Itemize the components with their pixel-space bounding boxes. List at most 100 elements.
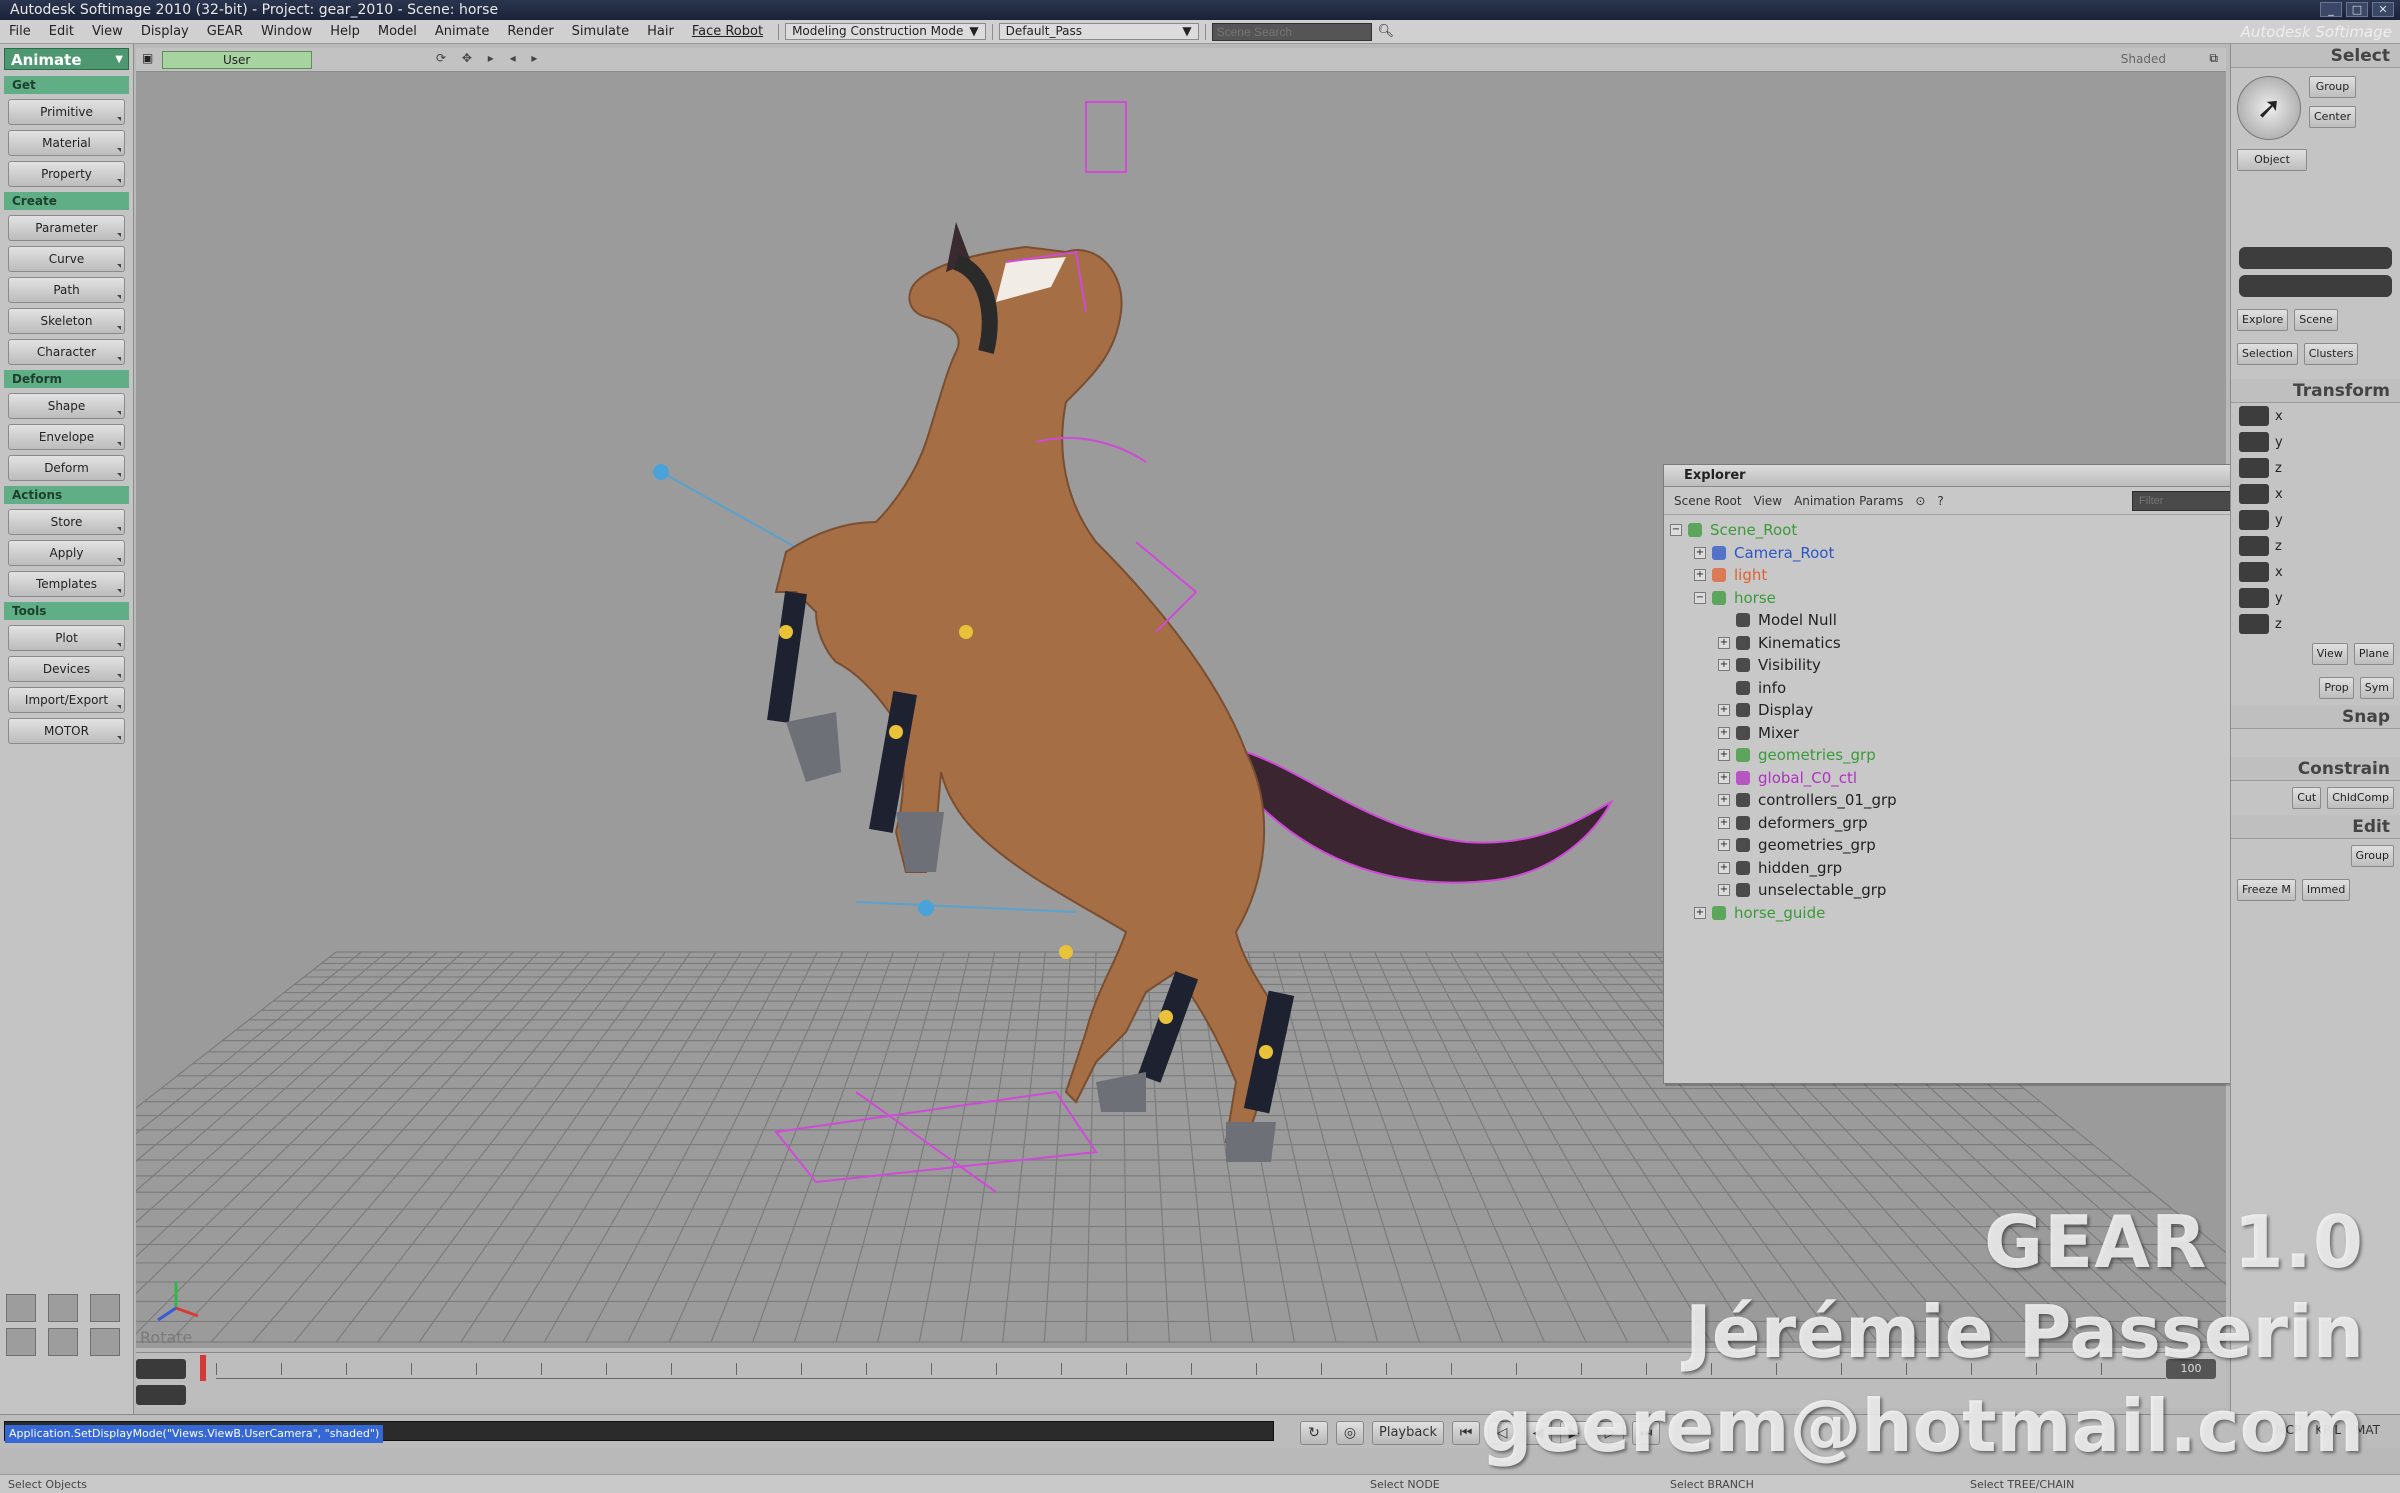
- transform-value-field[interactable]: [2239, 458, 2269, 478]
- first-frame-icon[interactable]: ⏮: [1452, 1421, 1481, 1445]
- tree-item[interactable]: + hidden_grp: [1670, 857, 2292, 880]
- tree-item[interactable]: + horse_guide: [1670, 902, 2292, 925]
- tree-item[interactable]: + controllers_01_grp: [1670, 789, 2292, 812]
- group-select-button[interactable]: Group: [2309, 76, 2357, 98]
- menu-file[interactable]: File: [0, 24, 40, 39]
- tree-item[interactable]: + unselectable_grp: [1670, 879, 2292, 902]
- expand-toggle-icon[interactable]: +: [1718, 726, 1730, 739]
- center-select-button[interactable]: Center: [2309, 106, 2357, 128]
- toolbar-section-header[interactable]: Get: [4, 76, 129, 94]
- expand-toggle-icon[interactable]: +: [1718, 794, 1730, 807]
- maximize-button[interactable]: □: [2346, 2, 2368, 17]
- object-select-button[interactable]: Object: [2237, 149, 2307, 171]
- expand-toggle-icon[interactable]: +: [1718, 771, 1730, 784]
- transform-value-field[interactable]: [2239, 588, 2269, 608]
- scene-button[interactable]: Scene: [2294, 309, 2338, 331]
- maximize-viewport-icon[interactable]: ⧉: [2209, 51, 2218, 66]
- menu-gear[interactable]: GEAR: [198, 24, 252, 39]
- menu-display[interactable]: Display: [132, 24, 198, 39]
- toolbar-button-curve[interactable]: Curve: [8, 246, 125, 272]
- expand-toggle-icon[interactable]: +: [1718, 884, 1730, 897]
- view-button[interactable]: View: [2311, 643, 2348, 665]
- transform-value-field[interactable]: [2239, 484, 2269, 504]
- toolbar-button-character[interactable]: Character: [8, 339, 125, 365]
- tree-item[interactable]: + Camera_Root: [1670, 542, 2292, 565]
- menu-face-robot[interactable]: Face Robot: [683, 24, 772, 39]
- tree-item[interactable]: + Visibility: [1670, 654, 2292, 677]
- pass-combo[interactable]: Default_Pass ▼: [998, 23, 1199, 40]
- layout-vertical-icon[interactable]: [48, 1294, 78, 1322]
- help-icon[interactable]: ?: [1937, 494, 1943, 508]
- minimize-button[interactable]: _: [2320, 2, 2342, 17]
- expand-toggle-icon[interactable]: −: [1670, 524, 1682, 537]
- freeze-button[interactable]: Freeze M: [2237, 879, 2296, 901]
- tree-item[interactable]: + deformers_grp: [1670, 812, 2292, 835]
- expand-toggle-icon[interactable]: −: [1694, 591, 1706, 604]
- command-line-input[interactable]: Application.SetDisplayMode("Views.ViewB.…: [4, 1421, 1274, 1443]
- toolbar-section-header[interactable]: Actions: [4, 486, 129, 504]
- toolbar-button-templates[interactable]: Templates: [8, 571, 125, 597]
- layout-split-icon[interactable]: [48, 1328, 78, 1356]
- transform-value-field[interactable]: [2239, 406, 2269, 426]
- plane-button[interactable]: Plane: [2353, 643, 2394, 665]
- tree-item[interactable]: + Mixer: [1670, 722, 2292, 745]
- tree-item[interactable]: + Kinematics: [1670, 632, 2292, 655]
- toolbar-button-path[interactable]: Path: [8, 277, 125, 303]
- toolbar-button-material[interactable]: Material: [8, 130, 125, 156]
- expand-toggle-icon[interactable]: +: [1694, 569, 1706, 582]
- tree-item[interactable]: − Scene_Root: [1670, 519, 2292, 542]
- search-icon[interactable]: 🔍︎: [1378, 24, 1395, 39]
- toolbar-section-header[interactable]: Tools: [4, 602, 129, 620]
- tree-item[interactable]: Model Null: [1670, 609, 2292, 632]
- scene-search-input[interactable]: [1211, 22, 1372, 41]
- expand-toggle-icon[interactable]: +: [1718, 636, 1730, 649]
- transform-value-field[interactable]: [2239, 614, 2269, 634]
- cut-button[interactable]: Cut: [2292, 787, 2322, 809]
- viewport-nav-icons[interactable]: ⟳ ✥ ▸ ◂ ▸: [436, 51, 543, 65]
- audio-icon[interactable]: ◎: [1336, 1421, 1364, 1445]
- selection-field-2[interactable]: [2239, 275, 2392, 297]
- transform-value-field[interactable]: [2239, 432, 2269, 452]
- expand-toggle-icon[interactable]: +: [1694, 906, 1706, 919]
- layout-single-icon[interactable]: [6, 1294, 36, 1322]
- select-arrow-icon[interactable]: ➚: [2237, 76, 2301, 140]
- toolbar-button-motor[interactable]: MOTOR: [8, 718, 125, 744]
- menu-view[interactable]: View: [83, 24, 132, 39]
- explore-button[interactable]: Explore: [2237, 309, 2289, 331]
- menu-simulate[interactable]: Simulate: [563, 24, 638, 39]
- toolbar-button-import-export[interactable]: Import/Export: [8, 687, 125, 713]
- toolbar-button-parameter[interactable]: Parameter: [8, 215, 125, 241]
- toolbar-section-header[interactable]: Deform: [4, 370, 129, 388]
- transform-value-field[interactable]: [2239, 510, 2269, 530]
- tree-item[interactable]: + geometries_grp: [1670, 744, 2292, 767]
- prop-button[interactable]: Prop: [2319, 677, 2354, 699]
- tree-item[interactable]: − horse: [1670, 587, 2292, 610]
- camera-combo[interactable]: User: [162, 51, 312, 69]
- edit-group-button[interactable]: Group: [2350, 845, 2394, 867]
- tree-item[interactable]: + Display: [1670, 699, 2292, 722]
- expand-toggle-icon[interactable]: +: [1694, 546, 1706, 559]
- toolbar-button-skeleton[interactable]: Skeleton: [8, 308, 125, 334]
- toolbar-button-shape[interactable]: Shape: [8, 393, 125, 419]
- expand-toggle-icon[interactable]: +: [1718, 839, 1730, 852]
- loop-icon[interactable]: ↻: [1300, 1421, 1328, 1445]
- toolbar-button-property[interactable]: Property: [8, 161, 125, 187]
- chldcomp-button[interactable]: ChldComp: [2327, 787, 2394, 809]
- menu-hair[interactable]: Hair: [638, 24, 683, 39]
- explorer-filter-button[interactable]: Animation Params: [1794, 494, 1903, 508]
- toolbar-mode-combo[interactable]: Animate: [4, 48, 129, 71]
- toolbar-button-store[interactable]: Store: [8, 509, 125, 535]
- layout-horizontal-icon[interactable]: [6, 1328, 36, 1356]
- menu-help[interactable]: Help: [321, 24, 369, 39]
- current-frame-field[interactable]: [136, 1359, 186, 1379]
- transform-value-field[interactable]: [2239, 562, 2269, 582]
- menu-edit[interactable]: Edit: [40, 24, 83, 39]
- menu-render[interactable]: Render: [498, 24, 562, 39]
- explorer-view-button[interactable]: View: [1754, 494, 1782, 508]
- playback-menu-button[interactable]: Playback: [1372, 1421, 1445, 1445]
- toolbar-section-header[interactable]: Create: [4, 192, 129, 210]
- expand-toggle-icon[interactable]: +: [1718, 749, 1730, 762]
- display-mode-label[interactable]: Shaded: [2121, 52, 2166, 66]
- toolbar-button-envelope[interactable]: Envelope: [8, 424, 125, 450]
- menu-window[interactable]: Window: [252, 24, 321, 39]
